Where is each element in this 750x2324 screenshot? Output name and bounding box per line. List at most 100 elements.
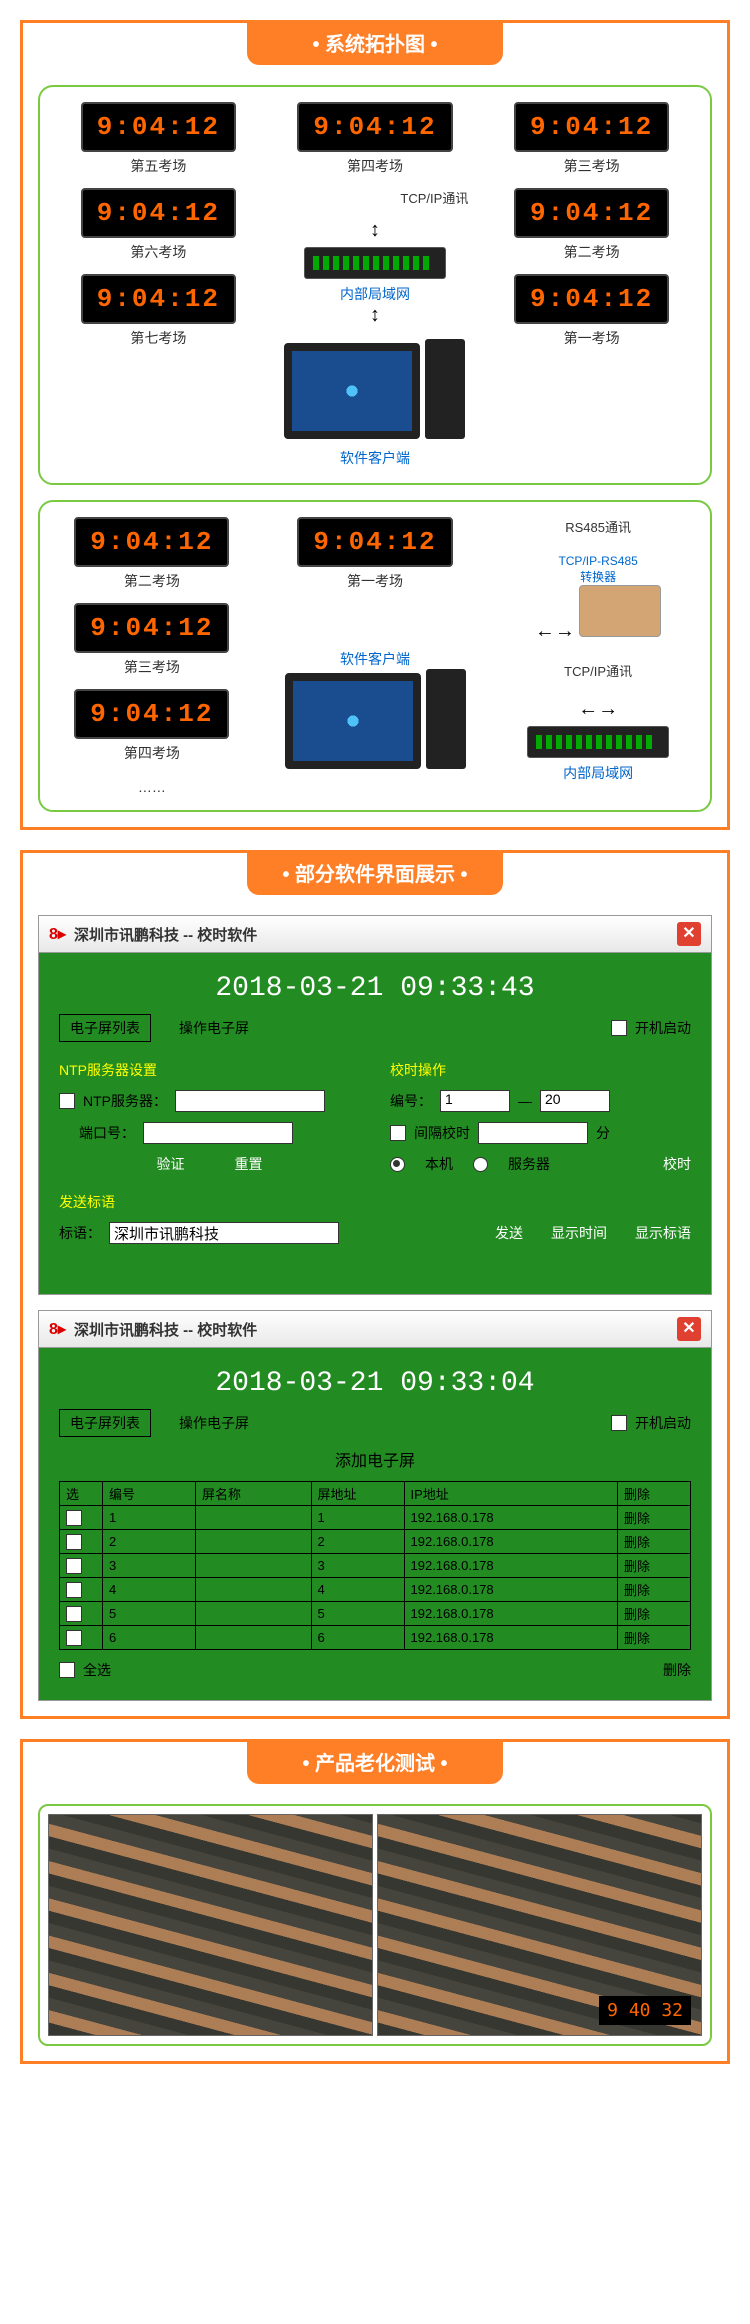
exam-room-t2-4: 9:04:12 第四考场 — [55, 689, 249, 763]
select-all-checkbox[interactable] — [59, 1662, 75, 1678]
cell-name — [196, 1530, 312, 1554]
converter-icon — [579, 585, 661, 637]
number-label: 编号： — [390, 1091, 432, 1111]
col-select: 选 — [60, 1482, 103, 1506]
tcpip-label-2: TCP/IP通讯 — [564, 661, 632, 680]
interval-input[interactable] — [478, 1122, 588, 1144]
slogan-input[interactable]: 深圳市讯鹏科技 — [109, 1222, 339, 1244]
pc-tower-icon — [425, 339, 465, 439]
select-all-label: 全选 — [83, 1660, 111, 1680]
datetime-display-2: 2018-03-21 09:33:04 — [59, 1368, 691, 1399]
section-header-aging: • 产品老化测试 • — [247, 1739, 503, 1784]
autostart-label-2: 开机启动 — [635, 1413, 691, 1433]
row-checkbox[interactable] — [66, 1630, 82, 1646]
window-title: 深圳市讯鹏科技 -- 校时软件 — [74, 924, 677, 945]
calibrate-section-title: 校时操作 — [390, 1060, 691, 1080]
ntp-checkbox[interactable] — [59, 1093, 75, 1109]
cell-name — [196, 1554, 312, 1578]
row-checkbox[interactable] — [66, 1510, 82, 1526]
cell-ip: 192.168.0.178 — [404, 1602, 618, 1626]
arrow-icon: ↕ — [370, 304, 380, 326]
titlebar-2: 8▸ 深圳市讯鹏科技 -- 校时软件 ✕ — [39, 1311, 711, 1348]
client-pc: 软件客户端 — [284, 339, 465, 468]
local-radio[interactable] — [390, 1157, 405, 1172]
cell-no: 1 — [103, 1506, 196, 1530]
cell-addr: 6 — [311, 1626, 404, 1650]
number-from-input[interactable]: 1 — [440, 1090, 510, 1112]
interval-checkbox[interactable] — [390, 1125, 406, 1141]
screen-list-button[interactable]: 电子屏列表 — [59, 1014, 151, 1042]
cell-name — [196, 1506, 312, 1530]
port-input[interactable] — [143, 1122, 293, 1144]
table-title: 添加电子屏 — [59, 1447, 691, 1471]
arrow-icon: ↕ — [370, 219, 380, 241]
cell-ip: 192.168.0.178 — [404, 1578, 618, 1602]
row-checkbox[interactable] — [66, 1582, 82, 1598]
cell-no: 2 — [103, 1530, 196, 1554]
tcpip-label: TCP/IP通讯 — [400, 188, 468, 207]
show-time-button[interactable]: 显示时间 — [551, 1223, 607, 1243]
col-ip: IP地址 — [404, 1482, 618, 1506]
exam-room-4: 9:04:12 第四考场 — [297, 102, 452, 176]
datetime-display: 2018-03-21 09:33:43 — [59, 973, 691, 1004]
slogan-label: 标语： — [59, 1223, 101, 1243]
app-window-1: 8▸ 深圳市讯鹏科技 -- 校时软件 ✕ 2018-03-21 09:33:43… — [38, 915, 712, 1295]
pc-tower-icon — [426, 669, 466, 769]
col-name: 屏名称 — [196, 1482, 312, 1506]
exam-room-t2-3: 9:04:12 第三考场 — [55, 603, 249, 677]
close-icon[interactable]: ✕ — [677, 922, 701, 946]
section-software: • 部分软件界面展示 • 8▸ 深圳市讯鹏科技 -- 校时软件 ✕ 2018-0… — [20, 850, 730, 1719]
cell-addr: 2 — [311, 1530, 404, 1554]
send-button[interactable]: 发送 — [495, 1223, 523, 1243]
section-header-topology: • 系统拓扑图 • — [247, 20, 503, 65]
lan-label: 内部局域网 — [304, 284, 446, 304]
row-checkbox[interactable] — [66, 1558, 82, 1574]
row-checkbox[interactable] — [66, 1534, 82, 1550]
ntp-server-input[interactable] — [175, 1090, 325, 1112]
cell-del[interactable]: 删除 — [618, 1578, 691, 1602]
exam-room-3: 9:04:12 第三考场 — [488, 102, 695, 176]
screen-list-button-2[interactable]: 电子屏列表 — [59, 1409, 151, 1437]
table-row: 55192.168.0.178删除 — [60, 1602, 691, 1626]
minute-label: 分 — [596, 1123, 610, 1143]
cell-del[interactable]: 删除 — [618, 1530, 691, 1554]
reset-button[interactable]: 重置 — [235, 1154, 263, 1174]
exam-room-t2-2: 9:04:12 第二考场 — [55, 517, 249, 591]
table-row: 22192.168.0.178删除 — [60, 1530, 691, 1554]
verify-button[interactable]: 验证 — [157, 1154, 185, 1174]
screen-table: 选 编号 屏名称 屏地址 IP地址 删除 11192.168.0.178删除22… — [59, 1481, 691, 1650]
app-icon: 8▸ — [49, 1319, 66, 1339]
app-window-2: 8▸ 深圳市讯鹏科技 -- 校时软件 ✕ 2018-03-21 09:33:04… — [38, 1310, 712, 1701]
close-icon[interactable]: ✕ — [677, 1317, 701, 1341]
autostart-checkbox[interactable] — [611, 1020, 627, 1036]
cell-del[interactable]: 删除 — [618, 1602, 691, 1626]
operate-label-2: 操作电子屏 — [179, 1413, 249, 1433]
col-del: 删除 — [618, 1482, 691, 1506]
cell-addr: 1 — [311, 1506, 404, 1530]
number-to-input[interactable]: 20 — [540, 1090, 610, 1112]
lan-label-2: 内部局域网 — [527, 763, 669, 783]
ellipsis-label: …… — [55, 779, 249, 795]
exam-room-6: 9:04:12 第六考场 — [55, 188, 262, 262]
slogan-section-title: 发送标语 — [59, 1192, 691, 1212]
window-title-2: 深圳市讯鹏科技 -- 校时软件 — [74, 1319, 677, 1340]
table-row: 44192.168.0.178删除 — [60, 1578, 691, 1602]
cell-del[interactable]: 删除 — [618, 1626, 691, 1650]
autostart-label: 开机启动 — [635, 1018, 691, 1038]
cell-del[interactable]: 删除 — [618, 1506, 691, 1530]
photo-clock-display: 9 40 32 — [599, 1996, 691, 2025]
cell-ip: 192.168.0.178 — [404, 1626, 618, 1650]
cell-del[interactable]: 删除 — [618, 1554, 691, 1578]
client-pc-2: 软件客户端 — [285, 645, 466, 774]
calibrate-button[interactable]: 校时 — [663, 1154, 691, 1174]
table-row: 66192.168.0.178删除 — [60, 1626, 691, 1650]
show-slogan-button[interactable]: 显示标语 — [635, 1223, 691, 1243]
row-checkbox[interactable] — [66, 1606, 82, 1622]
titlebar: 8▸ 深圳市讯鹏科技 -- 校时软件 ✕ — [39, 916, 711, 953]
exam-room-7: 9:04:12 第七考场 — [55, 274, 262, 348]
cell-name — [196, 1602, 312, 1626]
exam-room-t2-1: 9:04:12 第一考场 — [297, 517, 452, 591]
col-addr: 屏地址 — [311, 1482, 404, 1506]
autostart-checkbox-2[interactable] — [611, 1415, 627, 1431]
server-radio[interactable] — [473, 1157, 488, 1172]
